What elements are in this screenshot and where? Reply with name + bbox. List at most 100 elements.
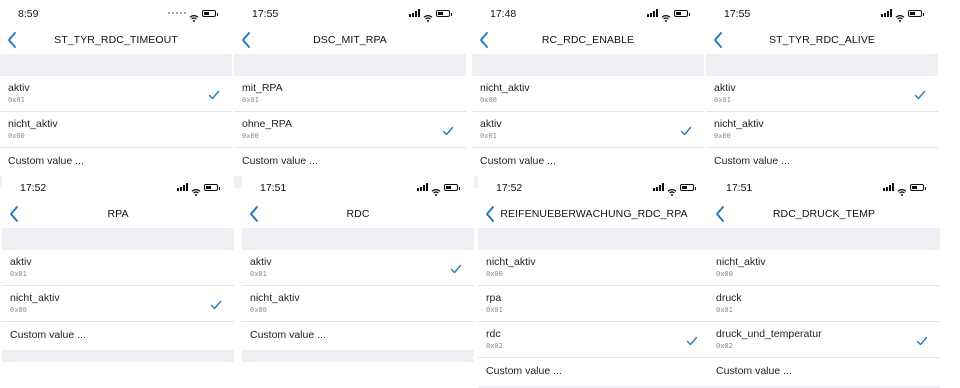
option-row[interactable]: nicht_aktiv 0x00 bbox=[478, 250, 710, 286]
option-code: 0x01 bbox=[8, 96, 25, 104]
page-title: RDC bbox=[346, 208, 370, 220]
options-list: nicht_aktiv 0x00 rpa 0x01 rdc 0x02 Custom valu… bbox=[478, 250, 710, 386]
navigation-bar: ST_TYR_RDC_TIMEOUT bbox=[0, 28, 232, 54]
option-code: 0x00 bbox=[486, 270, 503, 278]
option-row[interactable]: mit_RPA 0x01 bbox=[234, 76, 466, 112]
wifi-icon bbox=[189, 9, 199, 22]
custom-value-row[interactable]: Custom value ... bbox=[234, 148, 466, 176]
navigation-bar: ST_TYR_RDC_ALIVE bbox=[706, 28, 938, 54]
cellular-signal-icon bbox=[409, 9, 420, 17]
options-list: aktiv 0x01 nicht_aktiv 0x00 Custom value ... bbox=[242, 250, 474, 350]
cellular-signal-icon bbox=[647, 9, 658, 17]
checkmark-icon bbox=[450, 261, 462, 274]
section-separator bbox=[234, 54, 466, 76]
page-title: REIFENUEBERWACHUNG_RDC_RPA bbox=[500, 208, 688, 220]
option-row[interactable]: rdc 0x02 bbox=[478, 322, 710, 358]
section-separator bbox=[706, 54, 938, 76]
status-bar: 17:51 bbox=[242, 174, 474, 202]
option-code: 0x01 bbox=[480, 132, 497, 140]
custom-value-row[interactable]: Custom value ... bbox=[242, 322, 474, 350]
option-label: aktiv bbox=[714, 82, 736, 94]
wifi-icon bbox=[431, 183, 441, 196]
status-bar: 17:55 bbox=[706, 0, 938, 28]
custom-value-row[interactable]: Custom value ... bbox=[0, 148, 232, 176]
option-row[interactable]: aktiv 0x01 bbox=[0, 76, 232, 112]
page-title: RDC_DRUCK_TEMP bbox=[772, 208, 876, 220]
options-list: aktiv 0x01 nicht_aktiv 0x00 Custom value ... bbox=[2, 250, 234, 350]
option-code: 0x00 bbox=[714, 132, 731, 140]
option-row[interactable]: rpa 0x01 bbox=[478, 286, 710, 322]
option-label: rdc bbox=[486, 328, 501, 340]
option-row[interactable]: ohne_RPA 0x00 bbox=[234, 112, 466, 148]
option-code: 0x01 bbox=[486, 306, 503, 314]
option-row[interactable]: aktiv 0x01 bbox=[242, 250, 474, 286]
option-label: mit_RPA bbox=[242, 82, 283, 94]
status-bar: 17:52 bbox=[2, 174, 234, 202]
checkmark-icon bbox=[210, 297, 222, 310]
checkmark-icon bbox=[686, 333, 698, 346]
battery-icon bbox=[444, 183, 460, 191]
settings-screen: 17:51 RDC_DRUCK_TEMP nicht_aktiv 0x00 druck 0… bbox=[708, 174, 940, 388]
option-label: ohne_RPA bbox=[242, 118, 293, 130]
option-row[interactable]: druck_und_temperatur 0x02 bbox=[708, 322, 940, 358]
status-bar: 8:59 bbox=[0, 0, 232, 28]
option-row[interactable]: nicht_aktiv 0x00 bbox=[2, 286, 234, 322]
checkmark-icon bbox=[916, 333, 928, 346]
status-icons bbox=[881, 9, 924, 22]
status-bar: 17:48 bbox=[472, 0, 704, 28]
battery-icon bbox=[908, 9, 924, 17]
option-code: 0x00 bbox=[242, 132, 259, 140]
navigation-bar: RC_RDC_ENABLE bbox=[472, 28, 704, 54]
option-label: aktiv bbox=[250, 256, 272, 268]
status-time: 17:48 bbox=[490, 8, 517, 20]
status-icons bbox=[177, 183, 220, 196]
option-row[interactable]: nicht_aktiv 0x00 bbox=[472, 76, 704, 112]
option-row[interactable]: druck 0x01 bbox=[708, 286, 940, 322]
options-list: aktiv 0x01 nicht_aktiv 0x00 Custom value ... bbox=[706, 76, 938, 176]
option-row[interactable]: nicht_aktiv 0x00 bbox=[0, 112, 232, 148]
custom-value-label: Custom value ... bbox=[8, 155, 84, 167]
status-time: 17:51 bbox=[726, 182, 753, 194]
settings-screen: 17:51 RDC aktiv 0x01 nicht_aktiv 0x00 Custom v… bbox=[242, 174, 474, 388]
custom-value-row[interactable]: Custom value ... bbox=[478, 358, 710, 386]
option-row[interactable]: aktiv 0x01 bbox=[2, 250, 234, 286]
list-footer bbox=[2, 350, 234, 362]
option-row[interactable]: nicht_aktiv 0x00 bbox=[242, 286, 474, 322]
options-list: mit_RPA 0x01 ohne_RPA 0x00 Custom value ... bbox=[234, 76, 466, 176]
custom-value-row[interactable]: Custom value ... bbox=[708, 358, 940, 386]
option-code: 0x00 bbox=[8, 132, 25, 140]
battery-icon bbox=[436, 9, 452, 17]
option-row[interactable]: nicht_aktiv 0x00 bbox=[706, 112, 938, 148]
battery-icon bbox=[910, 183, 926, 191]
navigation-bar: RDC bbox=[242, 202, 474, 228]
option-row[interactable]: aktiv 0x01 bbox=[472, 112, 704, 148]
option-label: nicht_aktiv bbox=[714, 118, 764, 130]
custom-value-label: Custom value ... bbox=[716, 365, 792, 377]
option-label: druck_und_temperatur bbox=[716, 328, 822, 340]
custom-value-row[interactable]: Custom value ... bbox=[706, 148, 938, 176]
wifi-icon bbox=[423, 9, 433, 22]
custom-value-row[interactable]: Custom value ... bbox=[2, 322, 234, 350]
option-code: 0x00 bbox=[10, 306, 27, 314]
status-icons bbox=[883, 183, 926, 196]
option-label: nicht_aktiv bbox=[486, 256, 536, 268]
page-title: RC_RDC_ENABLE bbox=[541, 34, 635, 46]
cellular-signal-icon bbox=[177, 183, 188, 191]
option-row[interactable]: nicht_aktiv 0x00 bbox=[708, 250, 940, 286]
option-label: nicht_aktiv bbox=[10, 292, 60, 304]
cellular-signal-icon bbox=[168, 9, 186, 17]
cellular-signal-icon bbox=[883, 183, 894, 191]
options-list: nicht_aktiv 0x00 aktiv 0x01 Custom value ... bbox=[472, 76, 704, 176]
option-row[interactable]: aktiv 0x01 bbox=[706, 76, 938, 112]
custom-value-label: Custom value ... bbox=[242, 155, 318, 167]
option-label: nicht_aktiv bbox=[250, 292, 300, 304]
custom-value-label: Custom value ... bbox=[10, 329, 86, 341]
option-label: nicht_aktiv bbox=[716, 256, 766, 268]
option-code: 0x01 bbox=[716, 306, 733, 314]
custom-value-row[interactable]: Custom value ... bbox=[472, 148, 704, 176]
checkmark-icon bbox=[680, 123, 692, 136]
cellular-signal-icon bbox=[653, 183, 664, 191]
section-separator bbox=[242, 228, 474, 250]
checkmark-icon bbox=[208, 87, 220, 100]
option-code: 0x02 bbox=[716, 342, 733, 350]
